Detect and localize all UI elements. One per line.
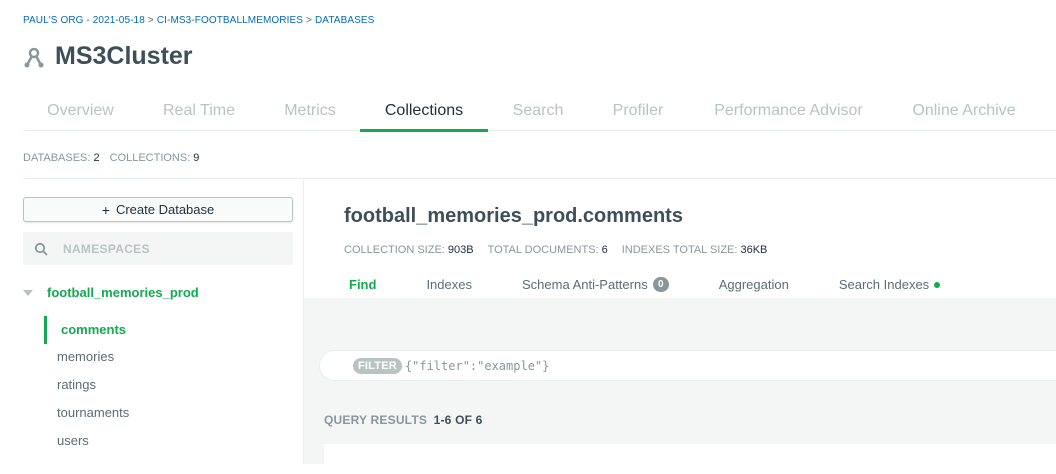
collection-subtabs: Find Indexes Schema Anti-Patterns 0 Aggr… (349, 277, 990, 292)
databases-count-value: 2 (93, 152, 100, 164)
tab-profiler[interactable]: Profiler (588, 92, 688, 129)
total-documents-value: 6 (601, 244, 608, 256)
database-item[interactable]: football_memories_prod (23, 285, 199, 300)
breadcrumb-page-link[interactable]: DATABASES (315, 15, 374, 26)
namespace-search (23, 232, 293, 265)
search-icon (34, 242, 48, 256)
subtab-indexes[interactable]: Indexes (426, 277, 472, 292)
database-name[interactable]: football_memories_prod (47, 285, 199, 300)
collection-size-value: 903B (447, 244, 474, 256)
cluster-counts: DATABASES: 2 COLLECTIONS: 9 (23, 152, 209, 164)
breadcrumb-separator: > (147, 15, 154, 26)
tab-collections[interactable]: Collections (360, 92, 488, 132)
caret-down-icon[interactable] (23, 289, 33, 296)
collections-count-label: COLLECTIONS: (109, 152, 191, 164)
indexes-size-label: INDEXES TOTAL SIZE: (621, 244, 738, 256)
plus-icon: + (101, 201, 110, 218)
page-header: MS3Cluster (23, 42, 193, 71)
filter-label: FILTER (353, 357, 402, 374)
status-dot-icon (934, 281, 941, 288)
indexes-size-value: 36KB (740, 244, 768, 256)
cluster-icon (24, 47, 44, 67)
query-area: FILTER {"filter":"example"} QUERY RESULT… (304, 298, 1056, 474)
tab-real-time[interactable]: Real Time (138, 92, 260, 129)
subtab-search-indexes[interactable]: Search Indexes (838, 277, 941, 292)
document-card (324, 444, 1056, 474)
query-results-range: 1-6 OF 6 (433, 413, 483, 427)
breadcrumb-project-link[interactable]: CI-MS3-FOOTBALLMEMORIES (157, 15, 303, 26)
create-database-button[interactable]: + Create Database (23, 197, 293, 222)
databases-count-label: DATABASES: (23, 152, 91, 164)
subtab-aggregation[interactable]: Aggregation (719, 277, 789, 292)
collections-count-value: 9 (193, 152, 200, 164)
tab-metrics[interactable]: Metrics (260, 92, 360, 129)
query-results-label: QUERY RESULTS (324, 413, 428, 427)
page-title: MS3Cluster (55, 42, 193, 70)
collection-item-comments[interactable]: comments (44, 316, 126, 344)
collection-item-tournaments[interactable]: tournaments (57, 399, 129, 427)
count-badge: 0 (652, 277, 669, 292)
tab-performance-advisor[interactable]: Performance Advisor (688, 92, 889, 129)
create-database-label: Create Database (115, 202, 215, 217)
collection-item-users[interactable]: users (57, 427, 89, 455)
breadcrumb-org-link[interactable]: PAUL'S ORG - 2021-05-18 (23, 15, 145, 26)
cluster-tabs: Overview Real Time Metrics Collections S… (23, 92, 1056, 132)
namespace-search-input[interactable] (61, 240, 265, 257)
collection-title: football_memories_prod.comments (344, 205, 683, 227)
subtab-find[interactable]: Find (349, 277, 376, 292)
collection-size-label: COLLECTION SIZE: (344, 244, 445, 256)
breadcrumb: PAUL'S ORG - 2021-05-18 > CI-MS3-FOOTBALLM… (23, 15, 374, 26)
breadcrumb-separator: > (306, 15, 312, 26)
collection-item-ratings[interactable]: ratings (57, 371, 96, 399)
collection-stats: COLLECTION SIZE: 903B TOTAL DOCUMENTS: 6 IND… (344, 244, 781, 256)
filter-bar[interactable]: FILTER {"filter":"example"} (319, 350, 1056, 381)
query-results-summary: QUERY RESULTS 1-6 OF 6 (324, 413, 483, 427)
tab-online-archive[interactable]: Online Archive (889, 92, 1039, 129)
tab-overview[interactable]: Overview (23, 92, 138, 129)
subtab-schema-anti-patterns[interactable]: Schema Anti-Patterns 0 (522, 277, 669, 292)
filter-input[interactable]: {"filter":"example"} (405, 359, 550, 373)
collection-item-memories[interactable]: memories (57, 343, 114, 371)
subtab-search-indexes-label: Search Indexes (838, 277, 930, 292)
tab-search[interactable]: Search (488, 92, 588, 129)
collection-panel: football_memories_prod.comments COLLECTI… (304, 179, 1056, 474)
total-documents-label: TOTAL DOCUMENTS: (487, 244, 599, 256)
namespace-sidebar: + Create Database football_memories_prod… (23, 179, 303, 464)
subtab-schema-label: Schema Anti-Patterns (521, 277, 648, 292)
